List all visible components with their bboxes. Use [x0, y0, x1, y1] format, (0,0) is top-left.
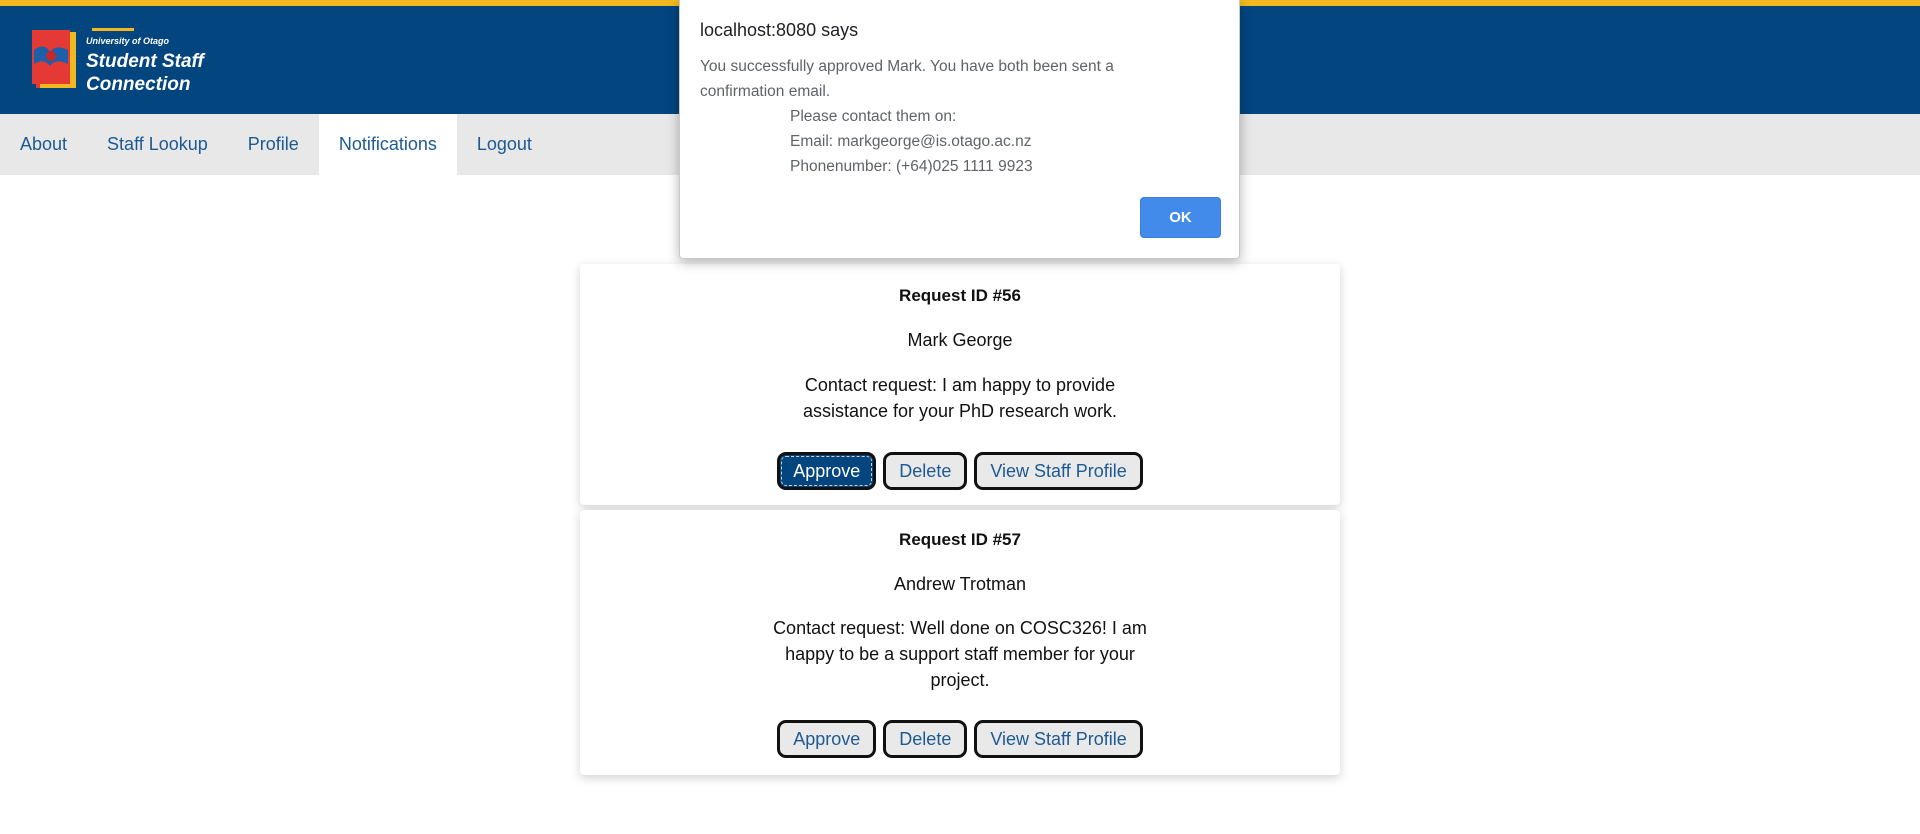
- dialog-contact-heading: Please contact them on:: [790, 108, 957, 125]
- nav-about[interactable]: About: [0, 114, 87, 175]
- site-logo[interactable]: University of Otago Student Staff Connec…: [30, 26, 220, 96]
- dialog-contact-email: Email: markgeorge@is.otago.ac.nz: [790, 133, 1032, 150]
- nav-logout[interactable]: Logout: [457, 114, 552, 175]
- nav-staff-lookup[interactable]: Staff Lookup: [87, 114, 228, 175]
- request-message: Contact request: I am happy to provide a…: [802, 375, 1118, 421]
- view-staff-profile-button[interactable]: View Staff Profile: [974, 720, 1143, 758]
- dialog-contact-phone: Phonenumber: (+64)025 1111 9923: [790, 158, 1033, 175]
- view-staff-profile-button[interactable]: View Staff Profile: [974, 452, 1143, 490]
- dialog-message: You successfully approved Mark. You have…: [700, 54, 1180, 179]
- site-title: Student Staff Connection: [86, 50, 204, 96]
- approve-button[interactable]: Approve: [777, 720, 877, 758]
- otago-crest-icon: [32, 30, 76, 88]
- site-title-line1: Student Staff: [86, 51, 204, 72]
- dialog-title: localhost:8080 says: [700, 20, 859, 40]
- logo-rule: [92, 28, 134, 31]
- dialog-message-line: You successfully approved Mark. You have…: [700, 58, 1114, 75]
- request-actions: Approve Delete View Staff Profile: [580, 452, 1340, 490]
- alert-dialog: localhost:8080 says You successfully app…: [679, 0, 1240, 259]
- request-actions: Approve Delete View Staff Profile: [580, 720, 1340, 758]
- approve-button[interactable]: Approve: [777, 452, 877, 490]
- nav-profile[interactable]: Profile: [228, 114, 319, 175]
- delete-button[interactable]: Delete: [883, 720, 968, 758]
- nav-notifications[interactable]: Notifications: [318, 114, 457, 175]
- university-name: University of Otago: [86, 36, 170, 46]
- dialog-ok-button[interactable]: OK: [1140, 197, 1221, 238]
- site-title-line2: Connection: [86, 74, 191, 95]
- request-card: Request ID #57 Andrew Trotman Contact re…: [580, 510, 1340, 775]
- request-id: Request ID #56: [899, 286, 1021, 305]
- request-card: Request ID #56 Mark George Contact reque…: [580, 264, 1340, 505]
- request-message: Contact request: Well done on COSC326! I…: [773, 618, 1147, 690]
- requester-name: Mark George: [907, 330, 1013, 350]
- request-id: Request ID #57: [899, 530, 1021, 549]
- delete-button[interactable]: Delete: [883, 452, 968, 490]
- dialog-message-line: confirmation email.: [700, 83, 831, 100]
- requester-name: Andrew Trotman: [893, 574, 1027, 594]
